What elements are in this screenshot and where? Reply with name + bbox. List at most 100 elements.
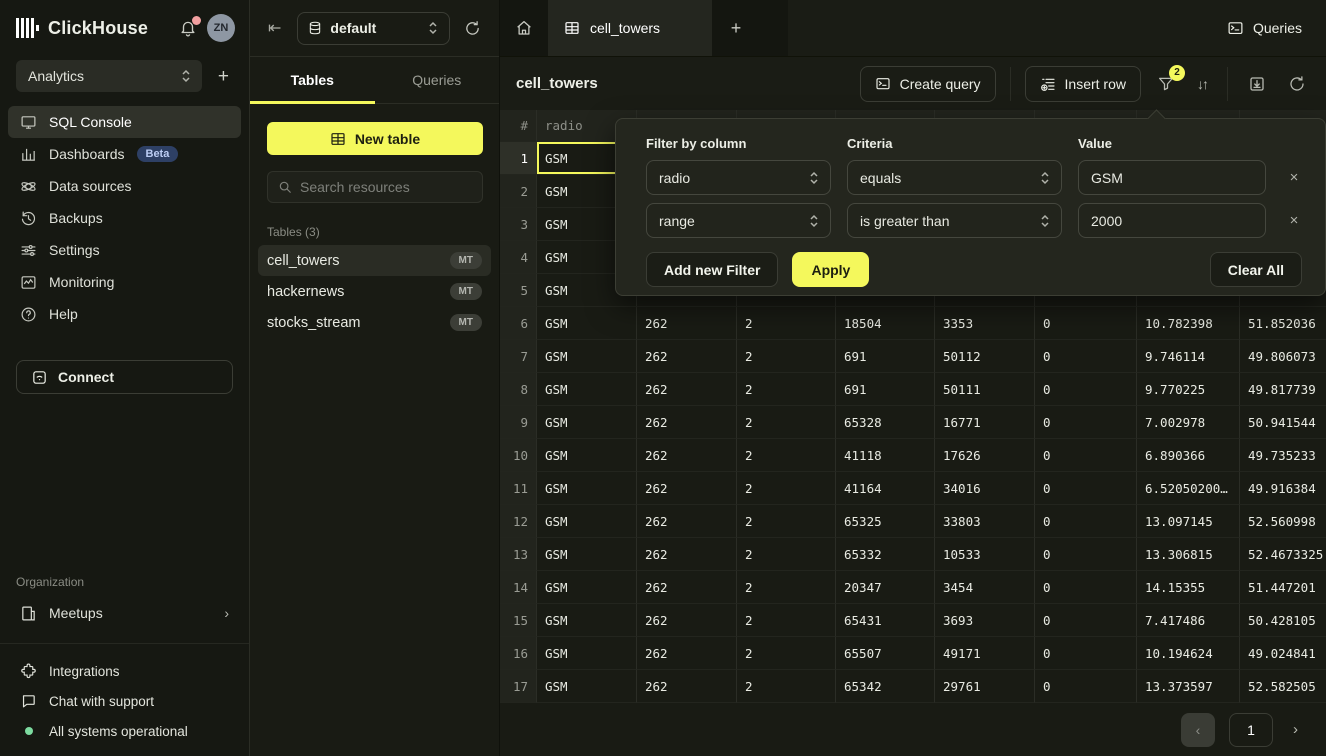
grid-cell[interactable]: 41118: [836, 439, 935, 472]
grid-cell[interactable]: 50.941544: [1240, 406, 1326, 439]
grid-cell[interactable]: 18504: [836, 307, 935, 340]
grid-cell[interactable]: 691: [836, 373, 935, 406]
grid-cell[interactable]: 2: [737, 538, 836, 571]
grid-cell[interactable]: 2: [737, 406, 836, 439]
grid-cell[interactable]: 49.806073: [1240, 340, 1326, 373]
grid-cell[interactable]: 51.447201: [1240, 571, 1326, 604]
grid-cell[interactable]: 13.306815: [1137, 538, 1240, 571]
apply-filter-button[interactable]: Apply: [792, 252, 869, 287]
grid-cell[interactable]: 52.582505: [1240, 670, 1326, 703]
grid-cell[interactable]: 0: [1035, 538, 1137, 571]
chat-support-link[interactable]: Chat with support: [8, 686, 241, 716]
page-number[interactable]: 1: [1229, 713, 1273, 747]
table-list-item[interactable]: stocks_streamMT: [258, 307, 491, 338]
grid-cell[interactable]: 0: [1035, 571, 1137, 604]
grid-cell[interactable]: 10533: [935, 538, 1035, 571]
grid-cell[interactable]: 2: [737, 340, 836, 373]
grid-cell[interactable]: 17626: [935, 439, 1035, 472]
grid-cell[interactable]: 20347: [836, 571, 935, 604]
grid-cell[interactable]: 0: [1035, 637, 1137, 670]
clear-all-button[interactable]: Clear All: [1210, 252, 1302, 287]
collapse-panel-icon[interactable]: ⇤: [262, 16, 287, 40]
notifications-bell-icon[interactable]: [179, 19, 197, 37]
grid-cell[interactable]: 6.890366: [1137, 439, 1240, 472]
grid-cell[interactable]: 49171: [935, 637, 1035, 670]
refresh-button[interactable]: [1282, 69, 1312, 99]
grid-cell[interactable]: 2: [737, 373, 836, 406]
grid-cell[interactable]: 262: [637, 604, 737, 637]
avatar[interactable]: ZN: [207, 14, 235, 42]
grid-cell[interactable]: 33803: [935, 505, 1035, 538]
sidebar-item-sql-console[interactable]: SQL Console: [8, 106, 241, 138]
grid-cell[interactable]: 0: [1035, 670, 1137, 703]
insert-row-button[interactable]: Insert row: [1025, 66, 1141, 102]
grid-cell[interactable]: 49.024841: [1240, 637, 1326, 670]
grid-cell[interactable]: GSM: [537, 340, 637, 373]
add-workspace-button[interactable]: +: [212, 65, 235, 88]
table-list-item[interactable]: hackernewsMT: [258, 276, 491, 307]
filter-column-select[interactable]: range: [646, 203, 831, 238]
grid-cell[interactable]: GSM: [537, 538, 637, 571]
grid-cell[interactable]: 262: [637, 406, 737, 439]
grid-cell[interactable]: GSM: [537, 670, 637, 703]
grid-cell[interactable]: 691: [836, 340, 935, 373]
filter-criteria-select[interactable]: is greater than: [847, 203, 1062, 238]
filter-value-input[interactable]: [1078, 160, 1266, 195]
grid-cell[interactable]: 2: [737, 571, 836, 604]
grid-cell[interactable]: 6.52050200…: [1137, 472, 1240, 505]
grid-cell[interactable]: 262: [637, 373, 737, 406]
grid-cell[interactable]: 2: [737, 307, 836, 340]
open-tab-cell-towers[interactable]: cell_towers: [548, 0, 712, 56]
grid-cell[interactable]: 65342: [836, 670, 935, 703]
grid-cell[interactable]: 49.735233: [1240, 439, 1326, 472]
create-query-button[interactable]: Create query: [860, 66, 996, 102]
prev-page-button[interactable]: ‹: [1181, 713, 1215, 747]
system-status[interactable]: All systems operational: [8, 716, 241, 746]
grid-cell[interactable]: 65328: [836, 406, 935, 439]
grid-cell[interactable]: 49.817739: [1240, 373, 1326, 406]
grid-cell[interactable]: 262: [637, 307, 737, 340]
add-filter-button[interactable]: Add new Filter: [646, 252, 778, 287]
column-header[interactable]: #: [500, 110, 537, 142]
grid-cell[interactable]: 7.002978: [1137, 406, 1240, 439]
grid-cell[interactable]: 50.428105: [1240, 604, 1326, 637]
grid-cell[interactable]: 65507: [836, 637, 935, 670]
home-button[interactable]: [500, 0, 548, 56]
grid-cell[interactable]: 16771: [935, 406, 1035, 439]
grid-cell[interactable]: 3454: [935, 571, 1035, 604]
grid-cell[interactable]: GSM: [537, 406, 637, 439]
download-button[interactable]: [1242, 69, 1272, 99]
remove-filter-button[interactable]: ×: [1282, 212, 1306, 229]
grid-cell[interactable]: 49.916384: [1240, 472, 1326, 505]
grid-cell[interactable]: GSM: [537, 472, 637, 505]
database-select[interactable]: default: [297, 12, 450, 45]
grid-cell[interactable]: 0: [1035, 373, 1137, 406]
grid-cell[interactable]: 0: [1035, 406, 1137, 439]
grid-cell[interactable]: GSM: [537, 571, 637, 604]
grid-cell[interactable]: 2: [737, 472, 836, 505]
grid-cell[interactable]: 10.782398: [1137, 307, 1240, 340]
grid-cell[interactable]: 3693: [935, 604, 1035, 637]
grid-cell[interactable]: 0: [1035, 472, 1137, 505]
filter-column-select[interactable]: radio: [646, 160, 831, 195]
sidebar-item-backups[interactable]: Backups: [8, 202, 241, 234]
integrations-link[interactable]: Integrations: [8, 656, 241, 686]
grid-cell[interactable]: 262: [637, 505, 737, 538]
grid-cell[interactable]: 65332: [836, 538, 935, 571]
grid-cell[interactable]: 7.417486: [1137, 604, 1240, 637]
grid-cell[interactable]: 3353: [935, 307, 1035, 340]
grid-cell[interactable]: 65325: [836, 505, 935, 538]
grid-cell[interactable]: 2: [737, 604, 836, 637]
grid-cell[interactable]: 2: [737, 439, 836, 472]
grid-cell[interactable]: 50111: [935, 373, 1035, 406]
grid-cell[interactable]: 10.194624: [1137, 637, 1240, 670]
grid-cell[interactable]: 9.770225: [1137, 373, 1240, 406]
next-page-button[interactable]: ›: [1287, 717, 1304, 742]
grid-cell[interactable]: GSM: [537, 373, 637, 406]
grid-cell[interactable]: 262: [637, 439, 737, 472]
queries-button[interactable]: Queries: [1227, 20, 1302, 37]
tab-tables[interactable]: Tables: [250, 57, 375, 103]
grid-cell[interactable]: 52.560998: [1240, 505, 1326, 538]
grid-cell[interactable]: 262: [637, 538, 737, 571]
grid-cell[interactable]: 2: [737, 637, 836, 670]
